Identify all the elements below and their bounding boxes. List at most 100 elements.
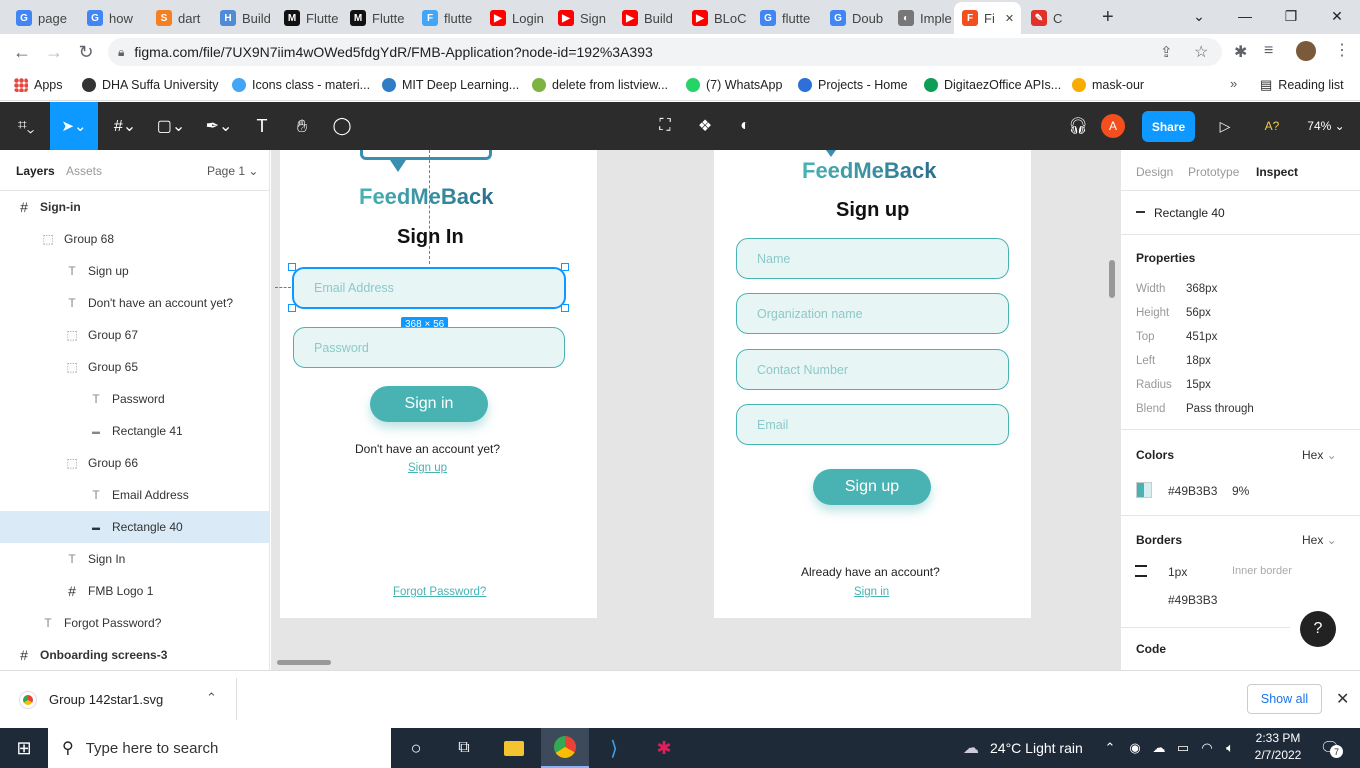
sign-up-button[interactable]: Sign up — [813, 469, 931, 505]
borders-format-dropdown[interactable]: Hex ⌄ — [1302, 533, 1337, 547]
figma-canvas[interactable]: FeedMeBack Sign In Email Address 368 × 5… — [271, 150, 1120, 670]
media-control-icon[interactable]: ≡ — [1264, 42, 1273, 60]
browser-tab[interactable]: H Build — [212, 4, 274, 32]
sign-up-link[interactable]: Sign up — [408, 462, 447, 474]
browser-tab[interactable]: Fflutte — [414, 4, 480, 32]
browser-tab[interactable]: Ghow — [79, 4, 146, 32]
chevron-up-icon[interactable]: ⌃ — [206, 690, 217, 706]
bookmark-item[interactable]: delete from listview... — [532, 76, 668, 94]
resize-handle[interactable] — [561, 263, 569, 271]
close-tab-icon[interactable]: ✕ — [1005, 12, 1014, 25]
present-play-icon[interactable]: ▷ — [1212, 102, 1238, 150]
layer-item[interactable]: ⬚ Group 65 — [0, 351, 270, 383]
components-icon[interactable]: ❖ — [692, 102, 718, 150]
layer-item[interactable]: T Password — [0, 383, 270, 415]
layer-item[interactable]: T Email Address — [0, 479, 270, 511]
slack-icon[interactable]: ✱ — [646, 728, 682, 768]
restore-icon[interactable]: ❐ — [1268, 0, 1314, 32]
frame-tool-icon[interactable]: #⌄ — [108, 102, 142, 150]
volume-icon[interactable]: 🔈︎ — [1220, 728, 1240, 768]
sign-in-link[interactable]: Sign in — [854, 586, 889, 598]
sign-up-frame[interactable]: FeedMeBack Sign up Name Organization name… — [714, 150, 1031, 618]
browser-tab[interactable]: F Fi ✕ — [954, 2, 1021, 34]
colors-format-dropdown[interactable]: Hex ⌄ — [1302, 448, 1337, 462]
audio-headphones-icon[interactable]: 🎧︎ — [1064, 102, 1092, 150]
layer-item[interactable]: # Onboarding screens-3 — [0, 639, 270, 671]
windows-start-icon[interactable]: ⊞ — [0, 728, 48, 768]
browser-tab[interactable]: ✎ C — [1023, 4, 1081, 32]
bookmark-item[interactable]: DigitaezOffice APIs... — [924, 76, 1061, 94]
tab-search-icon[interactable]: ⌄ — [1176, 0, 1222, 32]
vertical-scrollbar[interactable] — [1109, 260, 1115, 298]
download-item[interactable]: Group 142star1.svg — [49, 692, 163, 707]
sign-up-field[interactable]: Email — [736, 404, 1009, 445]
bookmark-star-icon[interactable]: ☆ — [1194, 42, 1208, 62]
bookmark-item[interactable]: MIT Deep Learning... — [382, 76, 519, 94]
browser-tab[interactable]: ◐ Imple — [890, 4, 952, 32]
border-hex[interactable]: #49B3B3 — [1168, 593, 1217, 607]
contrast-icon[interactable]: ◐ — [732, 102, 758, 150]
sign-up-field[interactable]: Name — [736, 238, 1009, 279]
close-download-bar-icon[interactable]: ✕ — [1336, 689, 1349, 709]
comment-tool-icon[interactable]: ◯ — [328, 102, 356, 150]
tab-assets[interactable]: Assets — [66, 164, 102, 178]
tray-camera-icon[interactable]: ◉ — [1126, 728, 1144, 768]
help-icon[interactable]: ? — [1300, 611, 1336, 647]
extensions-icon[interactable]: ✱ — [1234, 42, 1247, 62]
tab-layers[interactable]: Layers — [16, 164, 55, 178]
back-icon[interactable]: ← — [8, 38, 36, 66]
bookmark-item[interactable]: mask-our — [1072, 76, 1144, 94]
reading-list-button[interactable]: ▤ Reading list — [1260, 76, 1344, 94]
inspect-tab[interactable]: Prototype — [1188, 165, 1239, 179]
show-hidden-icons-icon[interactable]: ⌃ — [1100, 728, 1120, 768]
resize-handle[interactable] — [561, 304, 569, 312]
taskbar-clock[interactable]: 2:33 PM 2/7/2022 — [1248, 730, 1308, 766]
inspect-tab[interactable]: Design — [1136, 165, 1173, 179]
browser-tab[interactable]: ▶ Build — [614, 4, 682, 32]
missing-fonts-indicator[interactable]: A? — [1258, 102, 1286, 150]
layer-item[interactable]: # Sign-in — [0, 191, 270, 223]
new-tab-icon[interactable]: + — [1102, 6, 1114, 29]
layer-item[interactable]: # FMB Logo 1 — [0, 575, 270, 607]
bookmark-item[interactable]: Icons class - materi... — [232, 76, 370, 94]
zoom-dropdown[interactable]: 74% ⌄ — [1302, 102, 1350, 150]
move-tool-icon[interactable]: ➤⌄ — [50, 102, 98, 150]
browser-tab[interactable]: Sdart — [148, 4, 210, 32]
layer-item[interactable]: T Sign up — [0, 255, 270, 287]
sign-up-field[interactable]: Organization name — [736, 293, 1009, 334]
more-bookmarks-icon[interactable]: » — [1230, 76, 1237, 91]
figma-main-menu-icon[interactable]: ⌗⌄ — [6, 102, 46, 150]
shape-tool-icon[interactable]: ▢⌄ — [154, 102, 188, 150]
color-swatch[interactable] — [1136, 482, 1152, 498]
layer-item[interactable]: ▬ Rectangle 41 — [0, 415, 270, 447]
layer-item[interactable]: T Don't have an account yet? — [0, 287, 270, 319]
crop-frame-icon[interactable]: ⛶ — [652, 102, 678, 150]
browser-tab[interactable]: M Flutte — [276, 4, 340, 32]
minimize-icon[interactable]: — — [1222, 0, 1268, 32]
cortana-icon[interactable]: ○ — [398, 728, 434, 768]
taskbar-search[interactable]: ⚲ Type here to search — [48, 728, 391, 768]
browser-menu-icon[interactable]: ⋮ — [1334, 40, 1350, 60]
browser-tab[interactable]: Gpage — [8, 4, 77, 32]
address-bar[interactable]: 🔒︎ figma.com/file/7UX9N7iim4wOWed5fdgYdR… — [108, 38, 1222, 66]
bookmark-item[interactable]: (7) WhatsApp — [686, 76, 782, 94]
inspect-tab[interactable]: Inspect — [1256, 165, 1298, 179]
forward-icon[interactable]: → — [40, 38, 68, 66]
share-page-icon[interactable]: ⇪ — [1160, 43, 1173, 61]
password-field[interactable]: Password — [293, 327, 565, 368]
bookmark-item[interactable]: DHA Suffa University — [82, 76, 218, 94]
task-view-icon[interactable]: ⧉ — [446, 728, 482, 768]
bookmark-item[interactable]: Apps — [14, 76, 63, 94]
email-field[interactable]: Email Address — [292, 267, 566, 309]
forgot-password-link[interactable]: Forgot Password? — [393, 586, 486, 598]
text-tool-icon[interactable]: T — [250, 102, 274, 150]
layer-item[interactable]: ⬚ Group 67 — [0, 319, 270, 351]
browser-tab[interactable]: ▶ Login — [482, 4, 548, 32]
browser-tab[interactable]: ▶ Sign — [550, 4, 612, 32]
resize-handle[interactable] — [288, 304, 296, 312]
battery-icon[interactable]: ▭ — [1174, 728, 1192, 768]
layer-item[interactable]: ⬚ Group 68 — [0, 223, 270, 255]
wifi-icon[interactable]: ◠ — [1198, 728, 1216, 768]
hand-tool-icon[interactable]: ✋︎ — [288, 102, 316, 150]
bookmark-item[interactable]: Projects - Home — [798, 76, 908, 94]
